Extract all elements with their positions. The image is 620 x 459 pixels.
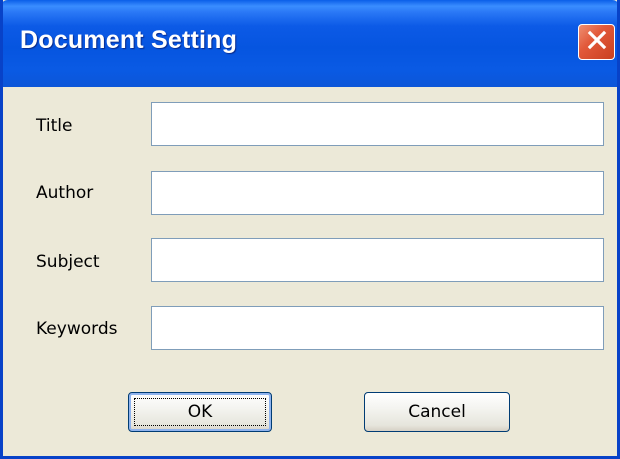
subject-field[interactable] — [151, 238, 604, 282]
dialog-body: Title Author Subject Keywords OK Cancel — [3, 87, 617, 456]
document-setting-dialog: Document Setting Title Author Subject Ke… — [0, 0, 620, 459]
subject-label: Subject — [36, 252, 100, 272]
author-field[interactable] — [151, 171, 604, 215]
focus-rectangle — [134, 398, 266, 426]
cancel-button[interactable]: Cancel — [364, 392, 510, 432]
keywords-label: Keywords — [36, 319, 118, 339]
author-label: Author — [36, 183, 94, 203]
close-icon — [586, 29, 608, 55]
ok-button[interactable]: OK — [128, 392, 272, 432]
close-button[interactable] — [578, 24, 615, 60]
title-field[interactable] — [151, 102, 604, 146]
title-label: Title — [36, 116, 73, 136]
title-bar[interactable]: Document Setting — [3, 0, 617, 87]
window-title: Document Setting — [20, 26, 238, 54]
keywords-field[interactable] — [151, 306, 604, 350]
cancel-button-label: Cancel — [408, 402, 466, 422]
